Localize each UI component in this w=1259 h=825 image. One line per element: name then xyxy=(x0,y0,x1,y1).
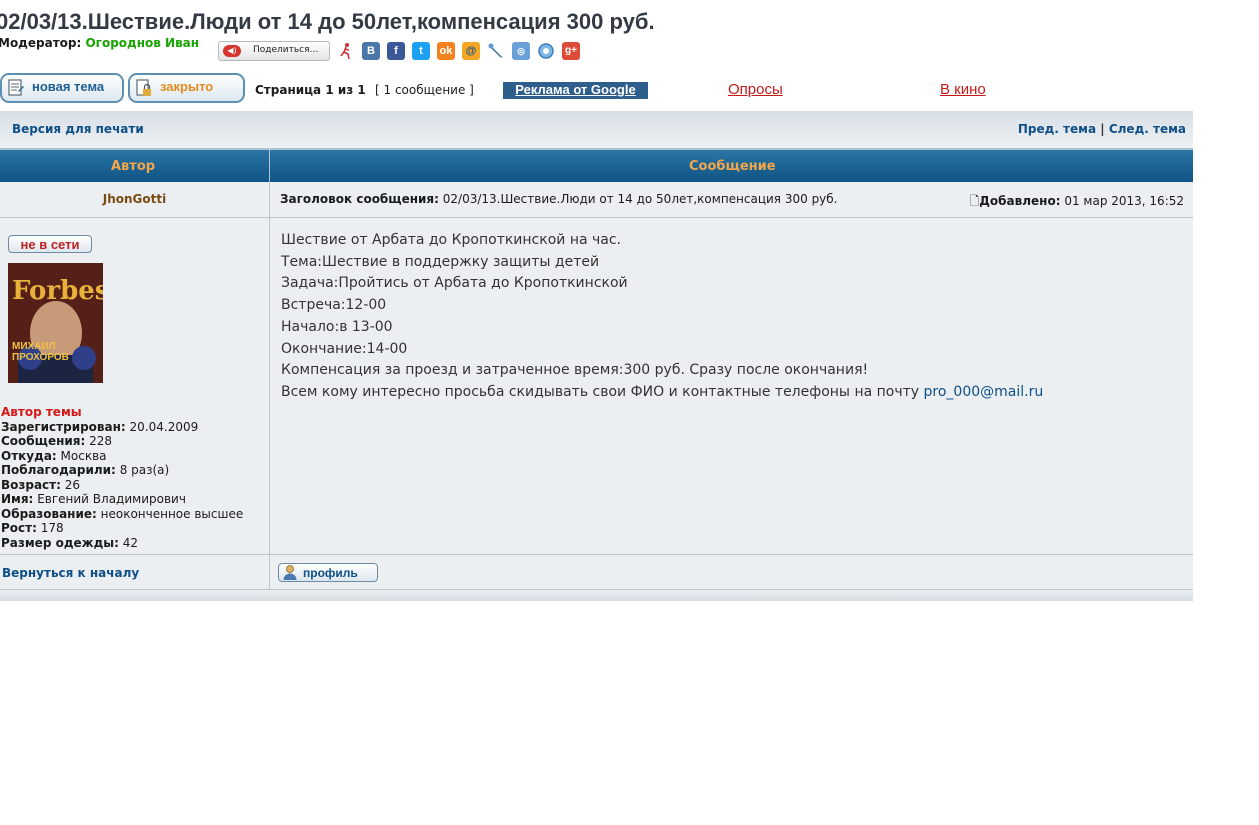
avatar-name-line2: ПРОХОРОВ xyxy=(12,352,69,363)
share-label: Поделиться… xyxy=(253,45,319,55)
share-button[interactable]: ◀) Поделиться… xyxy=(218,41,330,61)
avatar: Forbes МИХАИЛ ПРОХОРОВ xyxy=(8,263,103,383)
post-line: Тема:Шествие в поддержку защиты детей xyxy=(281,253,600,270)
post-date: 🗋Добавлено: 01 мар 2013, 16:52 xyxy=(970,192,1184,213)
message-count: [ 1 сообщение ] xyxy=(375,83,474,97)
profile-height: Рост: 178 xyxy=(1,521,64,535)
twitter-icon[interactable]: t xyxy=(412,42,430,60)
livejournal-icon[interactable] xyxy=(487,42,505,60)
topic-nav: Пред. тема | След. тема xyxy=(1018,122,1186,136)
post-author[interactable]: JhonGotti xyxy=(0,192,269,206)
new-topic-button[interactable]: новая тема xyxy=(0,73,124,103)
vk-icon[interactable]: B xyxy=(362,42,380,60)
profile-from: Откуда: Москва xyxy=(1,448,107,463)
avatar-name-line1: МИХАИЛ xyxy=(12,341,56,352)
post-line: Задача:Пройтись от Арбата до Кропоткинск… xyxy=(281,275,628,292)
google-plus-icon[interactable]: g+ xyxy=(562,42,580,60)
movies-link[interactable]: В кино xyxy=(940,81,986,98)
added-label: Добавлено: xyxy=(979,194,1061,208)
subject-text: 02/03/13.Шествие.Люди от 14 до 50лет,ком… xyxy=(442,192,838,206)
mailru-icon[interactable]: @ xyxy=(462,42,480,60)
post-line: Начало:в 13-00 xyxy=(281,318,393,335)
odnoklassniki-icon[interactable]: ok xyxy=(437,42,455,60)
message-column-header: Сообщение xyxy=(689,159,776,174)
post-subject: Заголовок сообщения: 02/03/13.Шествие.Лю… xyxy=(280,192,838,206)
subject-label: Заголовок сообщения: xyxy=(280,192,439,206)
speaker-icon: ◀) xyxy=(223,45,241,57)
author-profile: Автор темы Зарегистрирован: 20.04.2009 С… xyxy=(1,405,243,550)
profile-button-label: профиль xyxy=(303,566,358,580)
avatar-brand: Forbes xyxy=(12,276,103,306)
prev-topic-link[interactable]: Пред. тема xyxy=(1018,122,1096,136)
author-column-header: Автор xyxy=(111,159,156,174)
profile-registered: Зарегистрирован: 20.04.2009 xyxy=(1,419,199,434)
profile-name: Имя: Евгений Владимирович xyxy=(1,492,186,506)
runner-icon[interactable] xyxy=(337,42,355,60)
profile-button[interactable]: профиль xyxy=(278,563,378,582)
table-header: Автор Сообщение xyxy=(0,148,1193,182)
topic-panel: Версия для печати Пред. тема | След. тем… xyxy=(0,111,1193,601)
topic-author-label: Автор темы xyxy=(1,405,82,419)
new-topic-label: новая тема xyxy=(32,79,105,94)
lock-icon xyxy=(136,79,151,96)
next-topic-link[interactable]: След. тема xyxy=(1109,122,1186,136)
column-divider xyxy=(269,148,270,590)
post-body: Шествие от Арбата до Кропоткинской на ча… xyxy=(281,230,1043,404)
myworld-icon[interactable]: ◎ xyxy=(512,42,530,60)
profile-clothing-size: Размер одежды: 42 xyxy=(1,535,139,550)
row-divider xyxy=(0,554,1193,555)
post-line: Компенсация за проезд и затраченное врем… xyxy=(281,362,869,379)
liveinternet-icon[interactable] xyxy=(537,42,555,60)
post-line: Окончание:14-00 xyxy=(281,340,408,357)
closed-button[interactable]: закрыто xyxy=(128,73,245,103)
profile-messages: Сообщения: 228 xyxy=(1,434,113,448)
row-divider xyxy=(0,217,1193,218)
panel-footer-bar xyxy=(0,590,1193,601)
profile-thanked: Поблагодарили: 8 раз(а) xyxy=(1,463,170,477)
post-icon[interactable]: 🗋 xyxy=(970,194,980,208)
added-date: 01 мар 2013, 16:52 xyxy=(1064,194,1184,208)
post-line: Всем кому интересно просьба скидывать св… xyxy=(281,383,1044,400)
page-info: Страница 1 из 1 xyxy=(255,83,366,97)
facebook-icon[interactable]: f xyxy=(387,42,405,60)
document-icon xyxy=(8,79,24,96)
post-line: Встреча:12-00 xyxy=(281,297,387,314)
moderator-row: Модератор: Огороднов Иван xyxy=(0,36,199,50)
moderator-label: Модератор: xyxy=(0,36,82,50)
print-version-link[interactable]: Версия для печати xyxy=(12,122,144,136)
profile-education: Образование: неоконченное высшее xyxy=(1,506,244,521)
google-ads-link[interactable]: Реклама от Google xyxy=(503,82,648,99)
moderator-name[interactable]: Огороднов Иван xyxy=(85,36,199,50)
topic-title: 02/03/13.Шествие.Люди от 14 до 50лет,ком… xyxy=(0,9,655,34)
profile-age: Возраст: 26 xyxy=(1,477,81,492)
topic-nav-bar: Версия для печати Пред. тема | След. тем… xyxy=(0,111,1193,148)
email-link[interactable]: pro_000@mail.ru xyxy=(924,384,1044,400)
user-icon xyxy=(283,565,297,580)
closed-label: закрыто xyxy=(160,79,214,94)
polls-link[interactable]: Опросы xyxy=(728,81,783,98)
offline-status-badge: не в сети xyxy=(8,235,92,253)
nav-separator: | xyxy=(1100,122,1105,136)
back-to-top-link[interactable]: Вернуться к началу xyxy=(2,566,139,580)
post-line: Шествие от Арбата до Кропоткинской на ча… xyxy=(281,232,621,248)
